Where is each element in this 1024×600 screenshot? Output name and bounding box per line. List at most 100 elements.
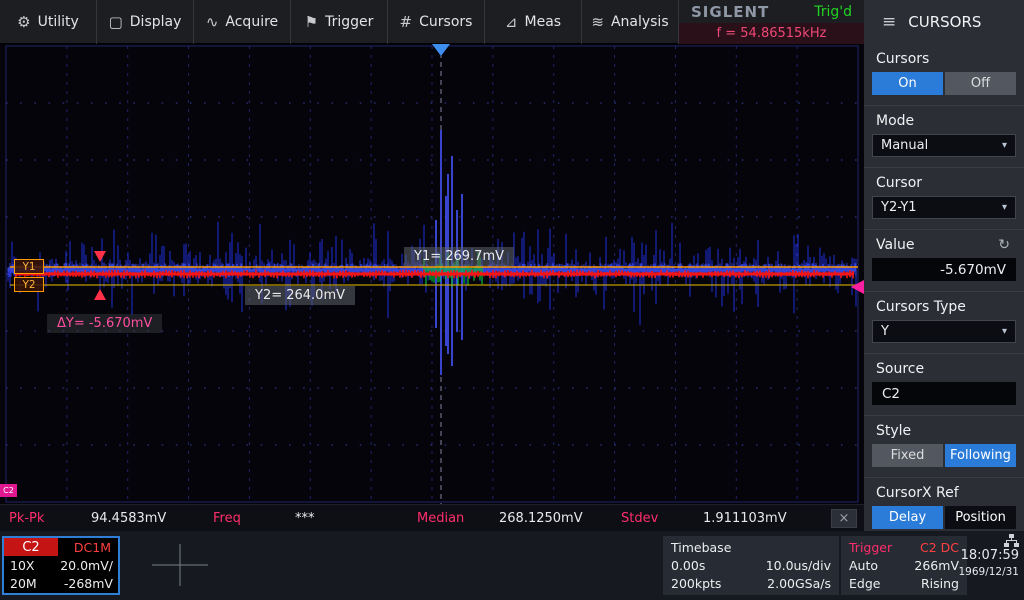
mode-label: Mode (864, 106, 1024, 134)
cursorx-delay-button[interactable]: Delay (872, 506, 943, 529)
source-label: Source (864, 354, 1024, 382)
cursor-y2-readout: Y2= 264.0mV (245, 286, 355, 305)
channel-coupling: DC1M (74, 540, 113, 555)
menu-acquire-label: Acquire (225, 14, 278, 30)
cursors-on-off-toggle: On Off (872, 72, 1016, 95)
clock-block: 18:07:59 1969/12/31 (964, 534, 1022, 598)
chevron-down-icon: ▾ (1002, 326, 1007, 337)
channel-bandwidth: 20M (4, 576, 37, 591)
menu-analysis-label: Analysis (611, 14, 669, 30)
channel-offset: -268mV (64, 576, 113, 591)
cursor-delta-value: -5.670mV (872, 258, 1016, 281)
measurement-median: Median 268.1250mV (408, 511, 612, 526)
chevron-down-icon: ▾ (1002, 140, 1007, 151)
chevron-down-icon: ▾ (1002, 202, 1007, 213)
menu-cursors[interactable]: # Cursors (388, 0, 485, 44)
cursors-panel-header[interactable]: ≡ CURSORS (864, 0, 1024, 44)
style-following-button[interactable]: Following (945, 444, 1016, 467)
cursorx-ref-label: CursorX Ref (864, 478, 1024, 506)
style-label: Style (864, 416, 1024, 444)
channel-offset-marker[interactable]: C2 (0, 484, 17, 497)
mode-dropdown[interactable]: Manual ▾ (872, 134, 1016, 157)
menu-analysis[interactable]: ≋ Analysis (582, 0, 679, 44)
timebase-points: 200kpts (671, 576, 721, 591)
timebase-panel[interactable]: Timebase 0.00s 10.0us/div 200kpts 2.00GS… (663, 536, 839, 595)
cursor-y1-readout: Y1= 269.7mV (404, 247, 514, 266)
scope-grid-and-traces (0, 44, 864, 504)
cursors-grid-icon: # (400, 13, 413, 31)
cursor-y1-tag[interactable]: Y1 (14, 259, 44, 274)
style-fixed-button[interactable]: Fixed (872, 444, 943, 467)
measurement-close-button[interactable]: × (831, 509, 857, 528)
cursors-section-label: Cursors (864, 44, 1024, 72)
cursors-sidebar: Cursors On Off Mode Manual ▾ Cursor Y2-Y… (864, 44, 1024, 531)
cursors-off-button[interactable]: Off (945, 72, 1016, 95)
measurement-freq: Freq *** (204, 511, 408, 526)
brand-status-block: SIGLENT Trig'd f = 54.86515kHz (679, 0, 864, 44)
channel-name-badge: C2 (4, 538, 58, 556)
acquire-wave-icon: ∿ (206, 13, 219, 31)
timebase-scale: 10.0us/div (766, 558, 831, 573)
channel-c2-box[interactable]: C2 DC1M 10X 20.0mV/ 20M -268mV (2, 536, 120, 595)
measurement-value: 94.4583mV (91, 511, 166, 526)
cursors-type-value: Y (881, 324, 889, 339)
menu-trigger-label: Trigger (325, 14, 373, 30)
clock-time: 18:07:59 (961, 548, 1019, 563)
trigger-slope: Rising (921, 576, 959, 591)
menu-display[interactable]: ▢ Display (97, 0, 194, 44)
measurement-label: Pk-Pk (9, 511, 91, 526)
trigger-mode: Auto (849, 558, 878, 573)
bottom-status-bar: C2 DC1M 10X 20.0mV/ 20M -268mV Timebase … (0, 531, 1024, 600)
close-icon: × (839, 511, 850, 526)
mode-value: Manual (881, 138, 928, 153)
trigger-flag-icon: ⚑ (305, 13, 318, 31)
clock-date: 1969/12/31 (958, 566, 1019, 578)
cursors-type-label: Cursors Type (864, 292, 1024, 320)
trigger-position-marker[interactable] (432, 44, 450, 56)
oscilloscope-app: ⚙ Utility ▢ Display ∿ Acquire ⚑ Trigger … (0, 0, 1024, 600)
menu-display-label: Display (130, 14, 182, 30)
cursors-type-dropdown[interactable]: Y ▾ (872, 320, 1016, 343)
cursor-value: Y2-Y1 (881, 200, 917, 215)
measure-icon: ⊿ (505, 13, 518, 31)
trigger-frequency-readout: f = 54.86515kHz (679, 23, 864, 44)
cursor-label: Cursor (864, 168, 1024, 196)
analysis-icon: ≋ (591, 13, 604, 31)
measurement-stdev: Stdev 1.911103mV (612, 511, 816, 526)
menu-trigger[interactable]: ⚑ Trigger (291, 0, 388, 44)
measurement-pkpk: Pk-Pk 94.4583mV (0, 511, 204, 526)
channel-probe: 10X (4, 558, 34, 573)
trigger-label: Trigger (849, 540, 892, 555)
trigger-panel[interactable]: Trigger C2 DC Auto 266mV Edge Rising (841, 536, 967, 595)
measurement-bar: Pk-Pk 94.4583mV Freq *** Median 268.1250… (0, 504, 864, 531)
cursor-y2-tag[interactable]: Y2 (14, 277, 44, 292)
menu-meas[interactable]: ⊿ Meas (485, 0, 582, 44)
menu-meas-label: Meas (525, 14, 562, 30)
timebase-delay: 0.00s (671, 558, 705, 573)
trigger-status-badge: Trig'd (814, 4, 852, 20)
measurement-value: 1.911103mV (703, 511, 787, 526)
network-icon (1004, 534, 1019, 547)
trigger-source: C2 DC (920, 540, 959, 555)
menu-utility[interactable]: ⚙ Utility (0, 0, 97, 44)
cursor-dropdown[interactable]: Y2-Y1 ▾ (872, 196, 1016, 219)
measurement-value: *** (295, 511, 315, 526)
crosshair-icon (148, 541, 212, 589)
style-toggle: Fixed Following (872, 444, 1016, 467)
trigger-type: Edge (849, 576, 880, 591)
measurement-label: Freq (213, 511, 295, 526)
source-selector[interactable]: C2 (872, 382, 1016, 405)
menu-hamburger-icon: ≡ (882, 12, 896, 32)
trigger-level: 266mV (914, 558, 959, 573)
cursorx-position-button[interactable]: Position (945, 506, 1016, 529)
refresh-icon[interactable]: ↻ (998, 237, 1012, 253)
display-icon: ▢ (109, 13, 123, 31)
menu-utility-label: Utility (38, 14, 79, 30)
waveform-display[interactable]: Y1 Y2 Y1= 269.7mV Y2= 264.0mV ΔY= -5.670… (0, 44, 864, 504)
menu-acquire[interactable]: ∿ Acquire (194, 0, 291, 44)
timebase-label: Timebase (671, 540, 731, 555)
measurement-value: 268.1250mV (499, 511, 583, 526)
cursors-on-button[interactable]: On (872, 72, 943, 95)
panel-title: CURSORS (908, 13, 981, 31)
cursor-delta-readout: ΔY= -5.670mV (47, 314, 162, 333)
